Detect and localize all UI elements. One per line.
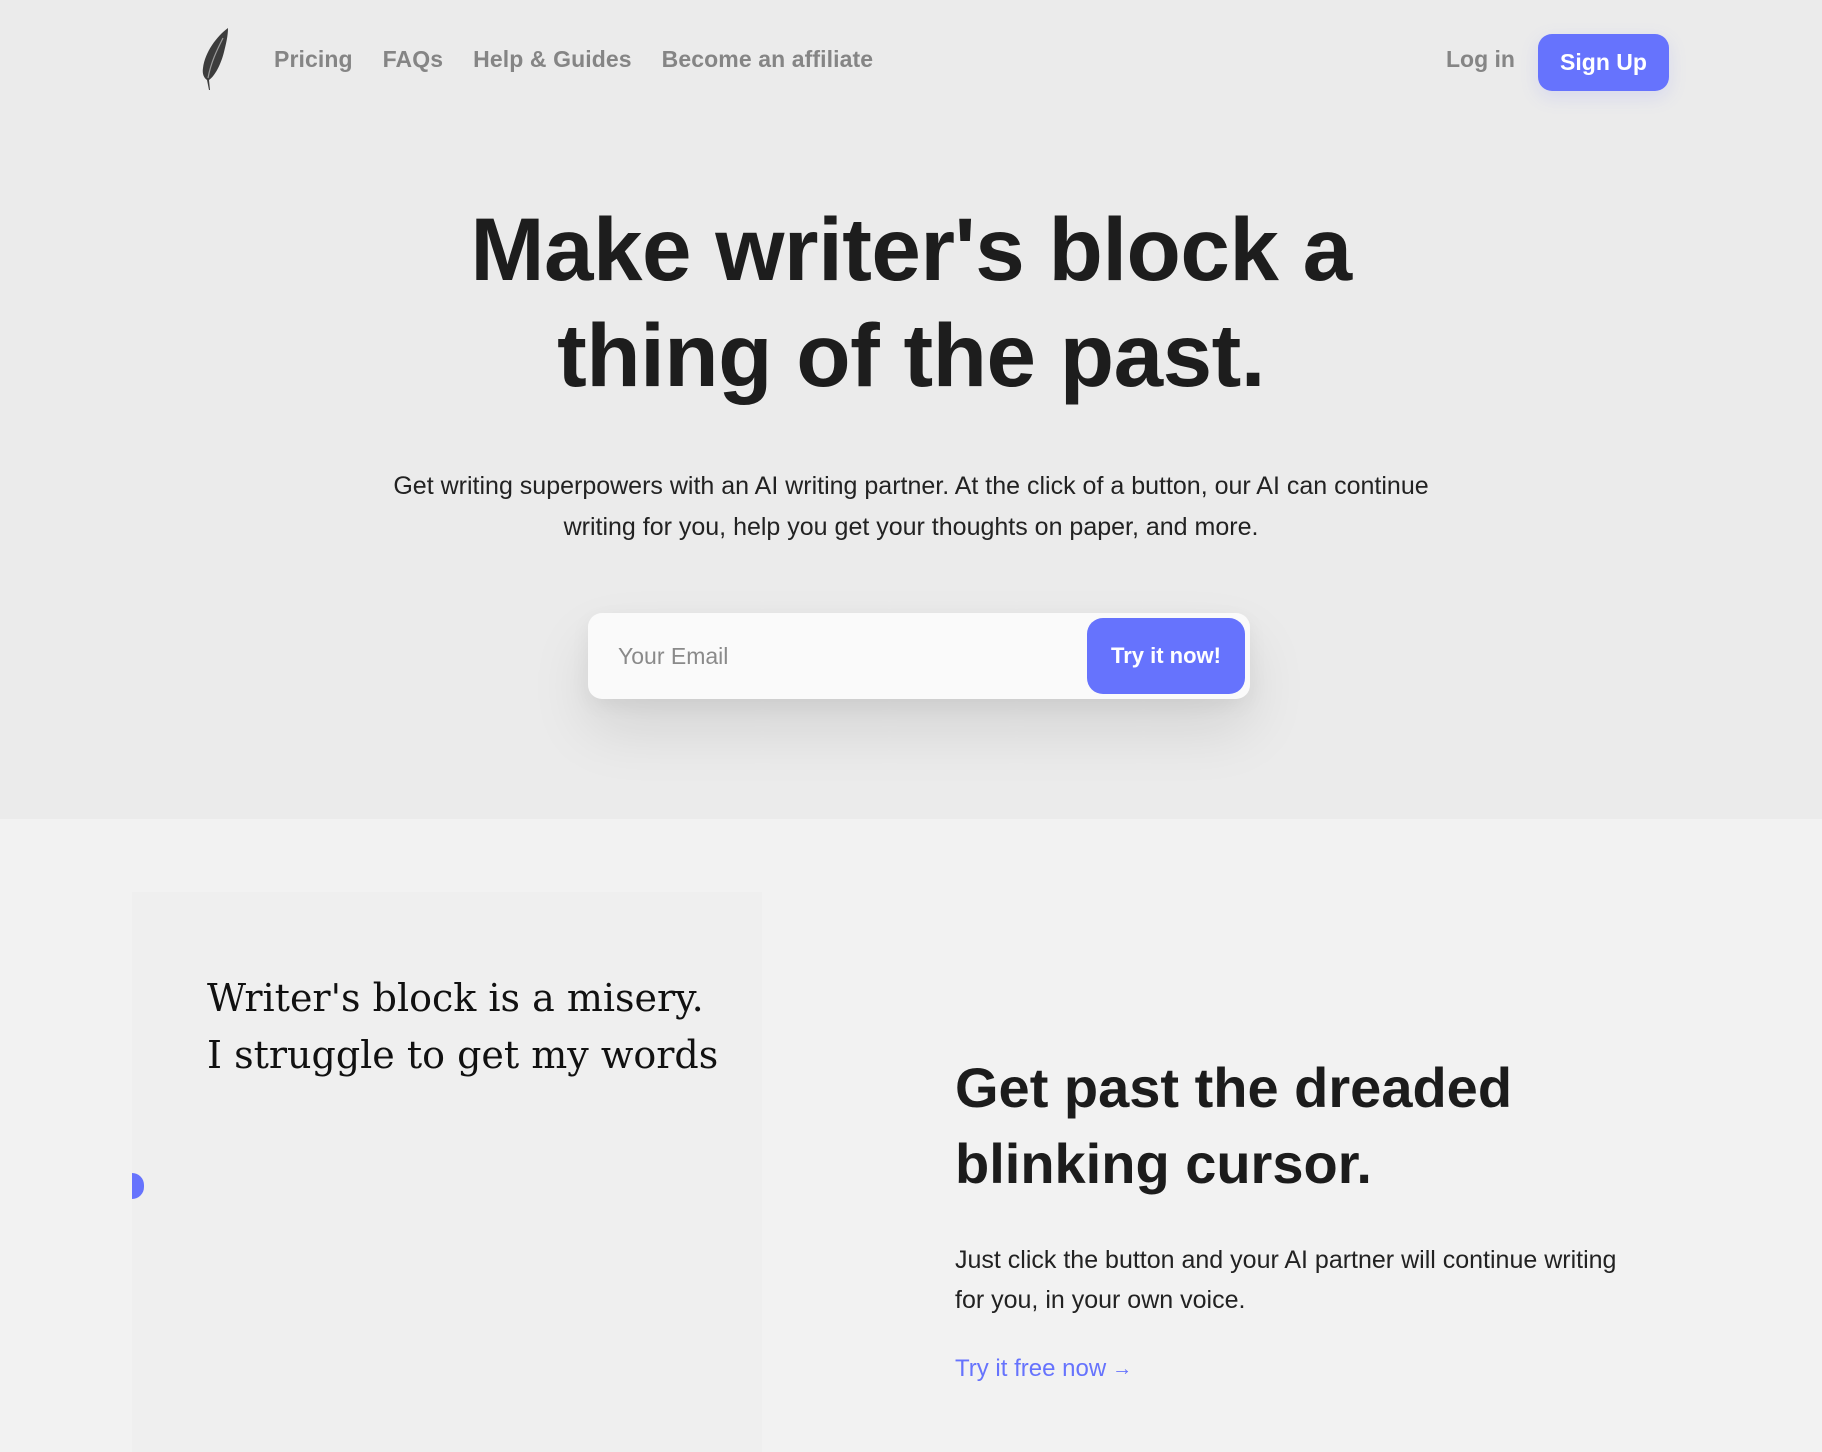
arrow-right-icon: →	[1112, 1357, 1133, 1380]
nav-link-affiliate[interactable]: Become an affiliate	[662, 46, 874, 73]
email-input[interactable]	[588, 613, 1078, 699]
hero-headline-line: thing of the past.	[557, 305, 1265, 405]
feature-title-line: blinking cursor.	[955, 1132, 1372, 1195]
signup-button[interactable]: Sign Up	[1538, 34, 1669, 91]
email-signup-form: Try it now!	[588, 613, 1250, 699]
try-it-now-button[interactable]: Try it now!	[1087, 618, 1245, 694]
nav-link-help-guides[interactable]: Help & Guides	[473, 46, 632, 73]
feature-title-line: Get past the dreaded	[955, 1056, 1513, 1119]
hero-subtext-line: writing for you, help you get your thoug…	[563, 513, 1259, 541]
feature-description-line: for you, in your own voice.	[955, 1286, 1246, 1314]
try-free-link-label: Try it free now	[955, 1355, 1107, 1382]
hero-headline: Make writer's block a thing of the past.	[0, 196, 1822, 408]
writing-demo-card: Writer's block is a misery. I struggle t…	[132, 892, 762, 1452]
nav-links: Pricing FAQs Help & Guides Become an aff…	[274, 46, 873, 73]
feather-icon[interactable]	[195, 26, 235, 92]
nav-link-faqs[interactable]: FAQs	[383, 46, 443, 73]
try-free-link[interactable]: Try it free now →	[955, 1355, 1132, 1383]
nav-link-pricing[interactable]: Pricing	[274, 46, 353, 73]
hero-section: Pricing FAQs Help & Guides Become an aff…	[0, 0, 1822, 819]
demo-text: Writer's block is a misery. I struggle t…	[207, 970, 747, 1084]
top-navigation: Pricing FAQs Help & Guides Become an aff…	[0, 0, 1822, 125]
login-link[interactable]: Log in	[1446, 46, 1515, 73]
feature-description-line: Just click the button and your AI partne…	[955, 1246, 1617, 1274]
demo-text-line: Writer's block is a misery.	[207, 976, 704, 1020]
hero-headline-line: Make writer's block a	[470, 199, 1352, 299]
demo-text-line: I struggle to get my words	[207, 1033, 719, 1077]
hero-subtext-line: Get writing superpowers with an AI writi…	[393, 472, 1429, 500]
feature-title: Get past the dreaded blinking cursor.	[955, 1050, 1715, 1202]
feature-section: Writer's block is a misery. I struggle t…	[0, 819, 1822, 1452]
cursor-indicator-icon	[132, 1173, 144, 1199]
hero-subtext: Get writing superpowers with an AI writi…	[0, 466, 1822, 548]
feature-description: Just click the button and your AI partne…	[955, 1240, 1695, 1320]
